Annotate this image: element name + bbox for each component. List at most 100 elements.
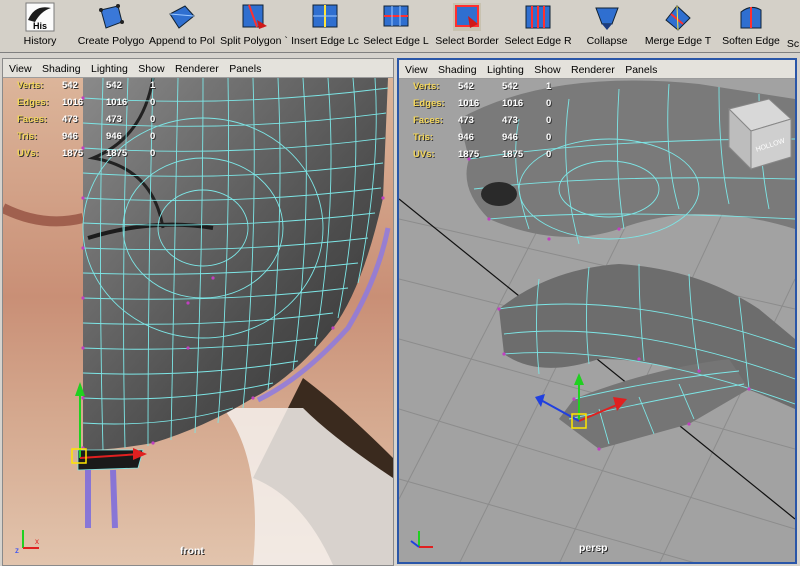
select-edge-ring-button[interactable]: Select Edge R xyxy=(502,2,574,50)
soften-edge-icon xyxy=(740,6,762,29)
more-shelf-label: Sc xyxy=(786,38,800,50)
collapse-button[interactable]: Collapse xyxy=(574,2,640,50)
hud-verts-c: 1 xyxy=(150,80,156,91)
menu-renderer[interactable]: Renderer xyxy=(175,60,219,78)
split-polygon-label: Split Polygon ` xyxy=(220,35,288,47)
soften-edge-label: Soften Edge xyxy=(722,35,780,47)
hud-faces-label: Faces: xyxy=(413,115,444,126)
soften-edge-button[interactable]: Soften Edge xyxy=(716,2,786,50)
append-polygon-icon xyxy=(169,5,195,29)
select-border-label: Select Border xyxy=(435,35,499,47)
collapse-label: Collapse xyxy=(586,35,628,47)
menu-shading[interactable]: Shading xyxy=(42,60,81,78)
history-icon-text: His xyxy=(33,21,47,31)
menu-view[interactable]: View xyxy=(9,60,32,78)
persp-hud-stats: Verts: 542 542 1 Edges: 1016 1016 0 Face… xyxy=(413,81,573,161)
front-viewport[interactable]: z x Verts: 542 542 1 Edges: 1016 1016 0 … xyxy=(3,78,393,565)
hud-edges-a: 1016 xyxy=(62,97,84,108)
hud-edges-a: 1016 xyxy=(458,98,480,109)
collapse-icon xyxy=(595,7,619,30)
hud-faces-c: 0 xyxy=(546,115,552,126)
persp-viewport-panel[interactable]: View Shading Lighting Show Renderer Pane… xyxy=(397,58,797,564)
front-hud-stats: Verts: 542 542 1 Edges: 1016 1016 0 Face… xyxy=(17,80,177,160)
persp-camera-label: persp xyxy=(579,542,608,554)
hud-tris-b: 946 xyxy=(502,132,518,143)
create-polygon-label: Create Polygo xyxy=(77,35,145,47)
hud-tris-c: 0 xyxy=(150,131,156,142)
insert-edge-loop-icon xyxy=(312,4,338,28)
menu-renderer[interactable]: Renderer xyxy=(571,61,615,79)
hud-verts-label: Verts: xyxy=(17,80,44,91)
front-camera-label: front xyxy=(180,545,204,557)
hud-verts-label: Verts: xyxy=(413,81,440,92)
hud-edges-b: 1016 xyxy=(106,97,128,108)
create-polygon-icon xyxy=(97,3,125,31)
menu-panels[interactable]: Panels xyxy=(625,61,657,79)
select-edge-loop-icon xyxy=(383,5,409,27)
hud-uvs-b: 1875 xyxy=(502,149,524,160)
merge-edge-button[interactable]: Merge Edge T xyxy=(640,2,716,50)
front-panel-menubar: View Shading Lighting Show Renderer Pane… xyxy=(3,59,393,78)
hud-edges-label: Edges: xyxy=(17,97,49,108)
svg-text:x: x xyxy=(35,537,39,546)
split-polygon-button[interactable]: Split Polygon ` xyxy=(218,2,290,50)
more-shelf-button[interactable]: Sc xyxy=(786,2,800,50)
menu-view[interactable]: View xyxy=(405,61,428,79)
hud-verts-c: 1 xyxy=(546,81,552,92)
persp-viewport[interactable]: HOLLOW Verts: 542 542 1 Edges: 1016 1016… xyxy=(399,79,795,562)
hud-tris-b: 946 xyxy=(106,131,122,142)
persp-nostril xyxy=(481,182,517,206)
hud-faces-a: 473 xyxy=(62,114,78,125)
history-button[interactable]: His History xyxy=(18,2,62,50)
merge-edge-icon xyxy=(665,5,691,31)
front-viewport-panel[interactable]: View Shading Lighting Show Renderer Pane… xyxy=(2,58,394,566)
hud-faces-a: 473 xyxy=(458,115,474,126)
append-to-polygon-button[interactable]: Append to Pol xyxy=(146,2,218,50)
hud-uvs-c: 0 xyxy=(546,149,552,160)
svg-text:z: z xyxy=(15,546,19,555)
select-edge-ring-icon xyxy=(525,5,551,29)
select-border-icon xyxy=(453,3,481,31)
select-border-button[interactable]: Select Border xyxy=(432,2,502,50)
menu-lighting[interactable]: Lighting xyxy=(487,61,524,79)
create-polygon-button[interactable]: Create Polygo xyxy=(76,2,146,50)
select-edge-loop-button[interactable]: Select Edge L xyxy=(360,2,432,50)
menu-lighting[interactable]: Lighting xyxy=(91,60,128,78)
hud-uvs-a: 1875 xyxy=(458,149,480,160)
hud-uvs-c: 0 xyxy=(150,148,156,159)
hud-verts-b: 542 xyxy=(502,81,518,92)
hud-tris-label: Tris: xyxy=(17,131,38,142)
hud-uvs-b: 1875 xyxy=(106,148,128,159)
hud-edges-label: Edges: xyxy=(413,98,445,109)
hud-edges-c: 0 xyxy=(150,97,156,108)
hud-edges-b: 1016 xyxy=(502,98,524,109)
hud-edges-c: 0 xyxy=(546,98,552,109)
hud-verts-a: 542 xyxy=(62,80,78,91)
hud-uvs-label: UVs: xyxy=(17,148,39,159)
hud-uvs-label: UVs: xyxy=(413,149,435,160)
insert-edge-loop-button[interactable]: Insert Edge Lc xyxy=(290,2,360,50)
menu-shading[interactable]: Shading xyxy=(438,61,477,79)
append-to-polygon-label: Append to Pol xyxy=(149,35,215,47)
shelf-toolbar: His History Create Polygo Append to Pol … xyxy=(0,0,800,53)
guide-strip-2 xyxy=(110,469,118,529)
hud-uvs-a: 1875 xyxy=(62,148,84,159)
select-edge-loop-label: Select Edge L xyxy=(363,35,429,47)
hud-faces-b: 473 xyxy=(502,115,518,126)
select-edge-ring-label: Select Edge R xyxy=(504,35,572,47)
menu-panels[interactable]: Panels xyxy=(229,60,261,78)
split-polygon-icon xyxy=(242,4,267,29)
hud-verts-b: 542 xyxy=(106,80,122,91)
hud-tris-c: 0 xyxy=(546,132,552,143)
hud-faces-label: Faces: xyxy=(17,114,48,125)
hud-tris-a: 946 xyxy=(458,132,474,143)
hud-verts-a: 542 xyxy=(458,81,474,92)
menu-show[interactable]: Show xyxy=(138,60,164,78)
history-icon: His xyxy=(25,2,55,32)
hud-faces-c: 0 xyxy=(150,114,156,125)
history-label: History xyxy=(23,35,57,47)
hud-faces-b: 473 xyxy=(106,114,122,125)
hud-tris-label: Tris: xyxy=(413,132,434,143)
menu-show[interactable]: Show xyxy=(534,61,560,79)
persp-panel-menubar: View Shading Lighting Show Renderer Pane… xyxy=(399,60,795,79)
